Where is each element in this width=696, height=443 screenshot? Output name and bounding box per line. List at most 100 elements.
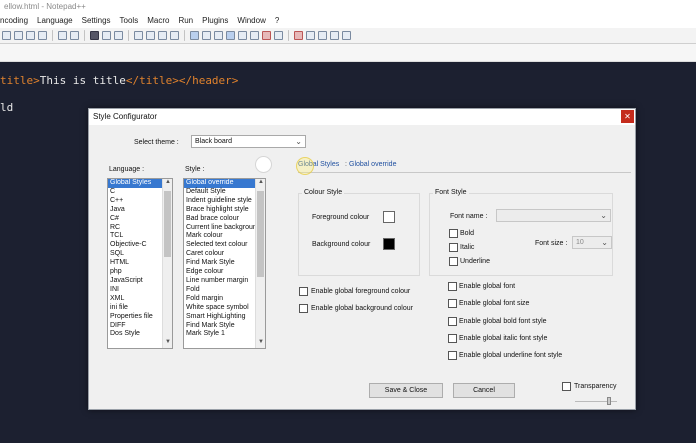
close-icon[interactable]: ✕ — [621, 110, 634, 123]
underline-checkbox[interactable] — [449, 257, 458, 266]
replace-icon[interactable] — [146, 31, 155, 40]
scroll-thumb[interactable] — [257, 191, 264, 277]
cancel-button[interactable]: Cancel — [453, 383, 515, 398]
save-close-button[interactable]: Save & Close — [369, 383, 443, 398]
font-size-select[interactable]: 10 ⌄ — [572, 236, 612, 249]
code-tag-close: </title></header> — [125, 74, 239, 87]
style-list-item[interactable]: Find Mark Style — [184, 259, 265, 268]
bold-checkbox[interactable] — [449, 229, 458, 238]
code-line-2: ld — [0, 101, 13, 114]
menu-language[interactable]: Language — [37, 16, 73, 28]
scroll-down-icon[interactable]: ▼ — [256, 339, 265, 348]
transparency-slider-thumb[interactable] — [607, 397, 611, 405]
play-macro-icon[interactable] — [318, 31, 327, 40]
open-icon[interactable] — [14, 31, 23, 40]
font-size-label: Font size : — [535, 240, 568, 247]
transparency-checkbox[interactable] — [562, 382, 571, 391]
loading-circle-icon — [255, 156, 272, 173]
style-configurator-dialog: Style Configurator ✕ Select theme : Blac… — [88, 108, 636, 410]
language-list[interactable]: Global Styles C C++ Java C# RC TCL Objective-C S… — [107, 178, 173, 349]
style-list-item[interactable]: Smart HighLighting — [184, 313, 265, 322]
style-list-item[interactable]: Mark Style 1 — [184, 330, 265, 339]
copy-icon[interactable] — [114, 31, 123, 40]
theme-select-value: Black board — [195, 138, 232, 145]
save-macro-icon[interactable] — [342, 31, 351, 40]
doc-map-icon[interactable] — [250, 31, 259, 40]
undo-icon[interactable] — [58, 31, 67, 40]
folder-workspace-icon[interactable] — [274, 31, 283, 40]
print-icon[interactable] — [90, 31, 99, 40]
style-list-item[interactable]: Mark colour — [184, 232, 265, 241]
enable-global-underline-checkbox[interactable] — [448, 351, 457, 360]
background-colour-swatch[interactable] — [383, 238, 395, 250]
code-tag-open: title> — [0, 74, 40, 87]
zoom-in-icon[interactable] — [158, 31, 167, 40]
style-list-item[interactable]: Edge colour — [184, 268, 265, 277]
enable-global-italic-checkbox[interactable] — [448, 334, 457, 343]
stop-macro-icon[interactable] — [306, 31, 315, 40]
code-line-1: title>This is title</title></header> — [0, 74, 238, 87]
show-all-chars-icon[interactable] — [214, 31, 223, 40]
enable-global-font-size-label: Enable global font size — [459, 300, 530, 307]
cut-icon[interactable] — [102, 31, 111, 40]
enable-global-font-label: Enable global font — [459, 283, 516, 290]
save-all-icon[interactable] — [26, 31, 35, 40]
font-name-label: Font name : — [450, 213, 488, 220]
style-list-item[interactable]: Indent guideline style — [184, 197, 265, 206]
tab-separator: : — [345, 161, 347, 168]
style-list-item[interactable]: Bad brace colour — [184, 215, 265, 224]
theme-select[interactable]: Black board ⌄ — [191, 135, 306, 148]
style-list-item[interactable]: Brace highlight style — [184, 206, 265, 215]
close-icon[interactable] — [38, 31, 47, 40]
sync-scroll-icon[interactable] — [190, 31, 199, 40]
enable-global-foreground-checkbox[interactable] — [299, 287, 308, 296]
foreground-colour-swatch[interactable] — [383, 211, 395, 223]
font-name-select[interactable]: ⌄ — [496, 209, 611, 222]
menu-help[interactable]: ? — [275, 16, 279, 28]
save-icon[interactable] — [2, 31, 11, 40]
style-list-item[interactable]: Selected text colour — [184, 241, 265, 250]
style-list-item[interactable]: Current line background — [184, 224, 265, 233]
style-list-scrollbar[interactable]: ▲ ▼ — [255, 179, 265, 348]
menu-macro[interactable]: Macro — [147, 16, 169, 28]
style-list-item[interactable]: Fold margin — [184, 295, 265, 304]
language-list-scrollbar[interactable]: ▲ ▼ — [162, 179, 172, 348]
enable-global-bold-checkbox[interactable] — [448, 317, 457, 326]
italic-checkbox[interactable] — [449, 243, 458, 252]
style-list-item[interactable]: Caret colour — [184, 250, 265, 259]
toolbar — [0, 28, 696, 44]
user-language-icon[interactable] — [238, 31, 247, 40]
enable-global-background-checkbox[interactable] — [299, 304, 308, 313]
function-list-icon[interactable] — [262, 31, 271, 40]
menu-window[interactable]: Window — [237, 16, 265, 28]
menu-run[interactable]: Run — [178, 16, 193, 28]
menu-settings[interactable]: Settings — [82, 16, 111, 28]
scroll-up-icon[interactable]: ▲ — [256, 179, 265, 188]
menu-plugins[interactable]: Plugins — [202, 16, 228, 28]
scroll-thumb[interactable] — [164, 191, 171, 257]
record-macro-icon[interactable] — [294, 31, 303, 40]
style-list-item[interactable]: Fold — [184, 286, 265, 295]
scroll-down-icon[interactable]: ▼ — [163, 339, 172, 348]
zoom-out-icon[interactable] — [170, 31, 179, 40]
word-wrap-icon[interactable] — [202, 31, 211, 40]
scroll-up-icon[interactable]: ▲ — [163, 179, 172, 188]
transparency-label: Transparency — [574, 383, 617, 390]
tab-global-override[interactable]: Global override — [349, 161, 396, 168]
style-list-item[interactable]: White space symbol — [184, 304, 265, 313]
style-list-item[interactable]: Line number margin — [184, 277, 265, 286]
style-list-item[interactable]: Global override — [184, 179, 265, 188]
style-list[interactable]: Global override Default Style Indent guide… — [183, 178, 266, 349]
menu-tools[interactable]: Tools — [120, 16, 139, 28]
run-macro-multiple-icon[interactable] — [330, 31, 339, 40]
style-list-item[interactable]: Find Mark Style — [184, 322, 265, 331]
enable-global-font-size-checkbox[interactable] — [448, 299, 457, 308]
indent-guide-icon[interactable] — [226, 31, 235, 40]
find-icon[interactable] — [134, 31, 143, 40]
style-list-item[interactable]: Default Style — [184, 188, 265, 197]
menu-bar: ncoding Language Settings Tools Macro Ru… — [0, 14, 696, 28]
language-label: Language : — [109, 166, 145, 173]
redo-icon[interactable] — [70, 31, 79, 40]
menu-encoding[interactable]: ncoding — [0, 16, 28, 28]
enable-global-font-checkbox[interactable] — [448, 282, 457, 291]
